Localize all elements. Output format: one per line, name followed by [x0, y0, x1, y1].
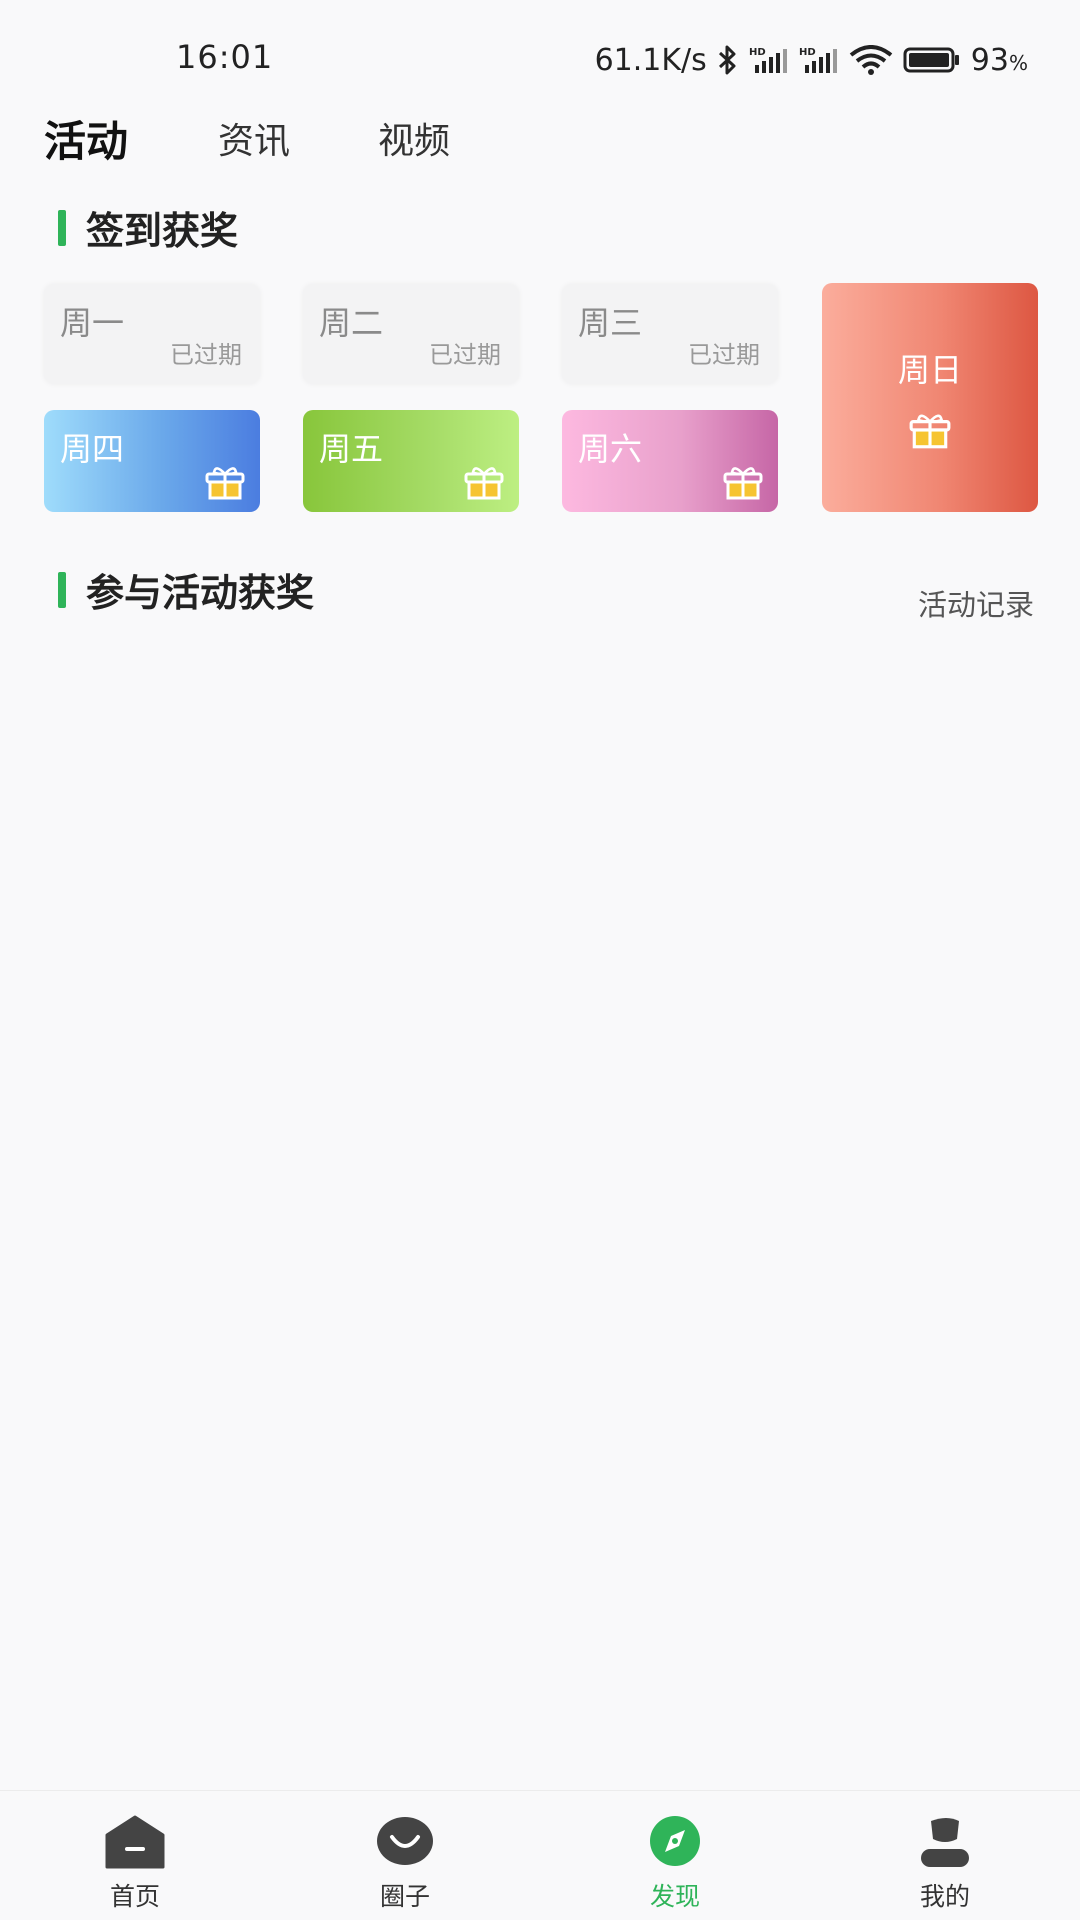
- compass-icon: [645, 1815, 705, 1869]
- tab-activity[interactable]: 活动: [44, 108, 128, 169]
- status-indicators: 61.1K/s HD HD 93%: [595, 38, 1028, 82]
- svg-text:HD: HD: [749, 47, 766, 58]
- gift-icon: [722, 464, 764, 500]
- top-tab-bar: 活动 资讯 视频: [44, 108, 538, 168]
- nav-item-discover[interactable]: 发现: [540, 1791, 810, 1920]
- day-card-friday[interactable]: 周五: [303, 410, 519, 512]
- nav-item-home[interactable]: 首页: [0, 1791, 270, 1920]
- expired-label: 已过期: [170, 341, 242, 369]
- svg-text:HD: HD: [799, 47, 816, 58]
- nav-label: 发现: [649, 1882, 700, 1911]
- battery-percent-sign: %: [1008, 50, 1028, 75]
- day-label: 周三: [578, 304, 643, 342]
- nav-label: 圈子: [379, 1882, 430, 1911]
- network-speed: 61.1K/s: [594, 42, 707, 78]
- day-card-monday[interactable]: 周一 已过期: [44, 284, 260, 384]
- gift-icon: [463, 464, 505, 500]
- day-card-wednesday[interactable]: 周三 已过期: [562, 284, 778, 384]
- day-card-tuesday[interactable]: 周二 已过期: [303, 284, 519, 384]
- status-time: 16:01: [176, 38, 274, 76]
- tab-news[interactable]: 资讯: [218, 112, 290, 164]
- battery-percent: 93%: [970, 42, 1028, 78]
- participate-section-title: 参与活动获奖: [86, 571, 315, 615]
- gift-icon: [908, 411, 952, 449]
- day-label: 周四: [60, 430, 125, 468]
- day-label: 周五: [319, 430, 384, 468]
- wifi-icon: [849, 45, 893, 75]
- battery-icon: [903, 47, 961, 73]
- day-label: 周二: [319, 304, 384, 342]
- bluetooth-icon: [717, 44, 739, 76]
- signal-hd-icon: HD: [799, 45, 839, 75]
- nav-item-mine[interactable]: 我的: [810, 1791, 1080, 1920]
- nav-label: 首页: [109, 1882, 160, 1911]
- day-card-saturday[interactable]: 周六: [562, 410, 778, 512]
- home-icon: [105, 1815, 165, 1869]
- day-label: 周六: [578, 430, 643, 468]
- gift-icon: [204, 464, 246, 500]
- status-bar: 16:01 61.1K/s HD HD 93%: [0, 0, 1080, 110]
- participate-section-header: 参与活动获奖: [58, 562, 314, 617]
- signin-section-header: 签到获奖: [58, 200, 238, 255]
- user-icon: [915, 1815, 975, 1869]
- day-card-sunday[interactable]: 周日: [822, 283, 1038, 512]
- activity-record-link[interactable]: 活动记录: [918, 582, 1034, 624]
- day-card-thursday[interactable]: 周四: [44, 410, 260, 512]
- tab-video[interactable]: 视频: [378, 112, 450, 164]
- section-accent-bar: [58, 209, 66, 246]
- signin-section-title: 签到获奖: [86, 209, 239, 253]
- expired-label: 已过期: [688, 341, 760, 369]
- nav-label: 我的: [919, 1882, 970, 1911]
- nav-item-circle[interactable]: 圈子: [270, 1791, 540, 1920]
- day-label: 周日: [897, 351, 962, 389]
- signal-hd-icon: HD: [749, 45, 789, 75]
- bottom-nav: 首页 圈子 发现 我的: [0, 1790, 1080, 1920]
- section-accent-bar: [58, 571, 66, 608]
- day-label: 周一: [60, 304, 125, 342]
- circle-smile-icon: [375, 1815, 435, 1869]
- expired-label: 已过期: [429, 341, 501, 369]
